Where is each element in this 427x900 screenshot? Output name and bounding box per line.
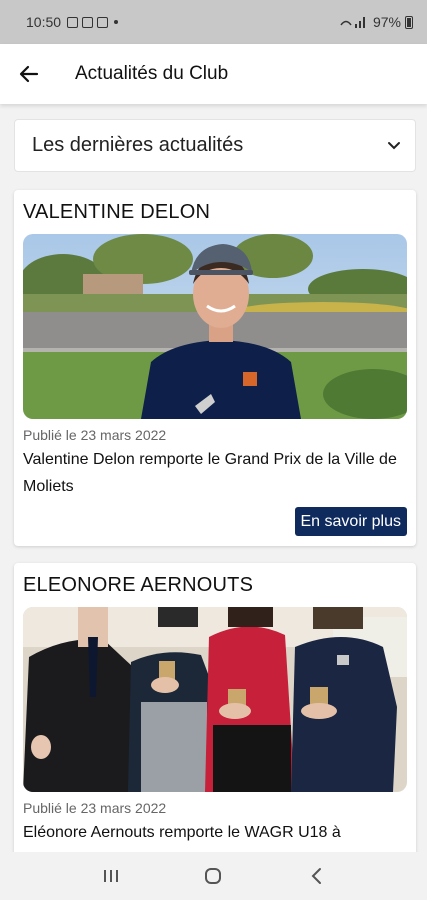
read-more-button[interactable]: En savoir plus [294, 507, 407, 536]
chevron-down-icon [388, 141, 400, 149]
home-icon [205, 868, 222, 884]
article-summary: Valentine Delon remporte le Grand Prix d… [23, 451, 397, 495]
image-notification-icon [67, 16, 79, 28]
news-filter-dropdown[interactable]: Les dernières actualités [14, 119, 416, 172]
article-photo [23, 234, 407, 419]
home-button[interactable] [193, 856, 233, 896]
recents-button[interactable] [91, 856, 131, 896]
news-card[interactable]: ELEONORE AERNOUTS Publié le 23 mars 2022… [14, 563, 416, 863]
page-title: Actualités du Club [75, 63, 229, 84]
notification-icons [67, 16, 119, 28]
battery-icon [405, 15, 413, 29]
news-card[interactable]: VALENTINE DELON Publié le 23 mars 2022 V… [14, 190, 416, 546]
article-date: Publié le 23 mars 2022 [23, 427, 167, 443]
system-nav-bar [0, 852, 427, 900]
dropdown-selected-value: Les dernières actualités [32, 134, 244, 156]
article-date: Publié le 23 mars 2022 [23, 800, 167, 816]
app-notification-icon [82, 16, 94, 28]
back-nav-button[interactable] [296, 856, 336, 896]
golfer-photo [23, 234, 407, 419]
award-ceremony-photo [23, 607, 407, 792]
battery-percent: 97% [372, 14, 401, 30]
status-right: 97% [339, 14, 413, 30]
arrow-left-icon [19, 65, 39, 83]
status-time: 10:50 [26, 14, 62, 30]
app-bar: Actualités du Club [0, 44, 427, 104]
more-notifications-icon [114, 20, 119, 24]
calendar-notification-icon [97, 16, 109, 28]
status-bar: 10:50 97% [0, 0, 427, 44]
recents-icon [104, 870, 119, 882]
status-left: 10:50 [26, 14, 119, 30]
article-photo [23, 607, 407, 792]
card-heading: ELEONORE AERNOUTS [23, 574, 254, 596]
signal-icon [340, 17, 365, 28]
nav-back-icon [311, 868, 321, 884]
article-summary: Eléonore Aernouts remporte le WAGR U18 à [23, 824, 341, 841]
back-button[interactable] [0, 44, 58, 104]
card-heading: VALENTINE DELON [23, 201, 211, 223]
